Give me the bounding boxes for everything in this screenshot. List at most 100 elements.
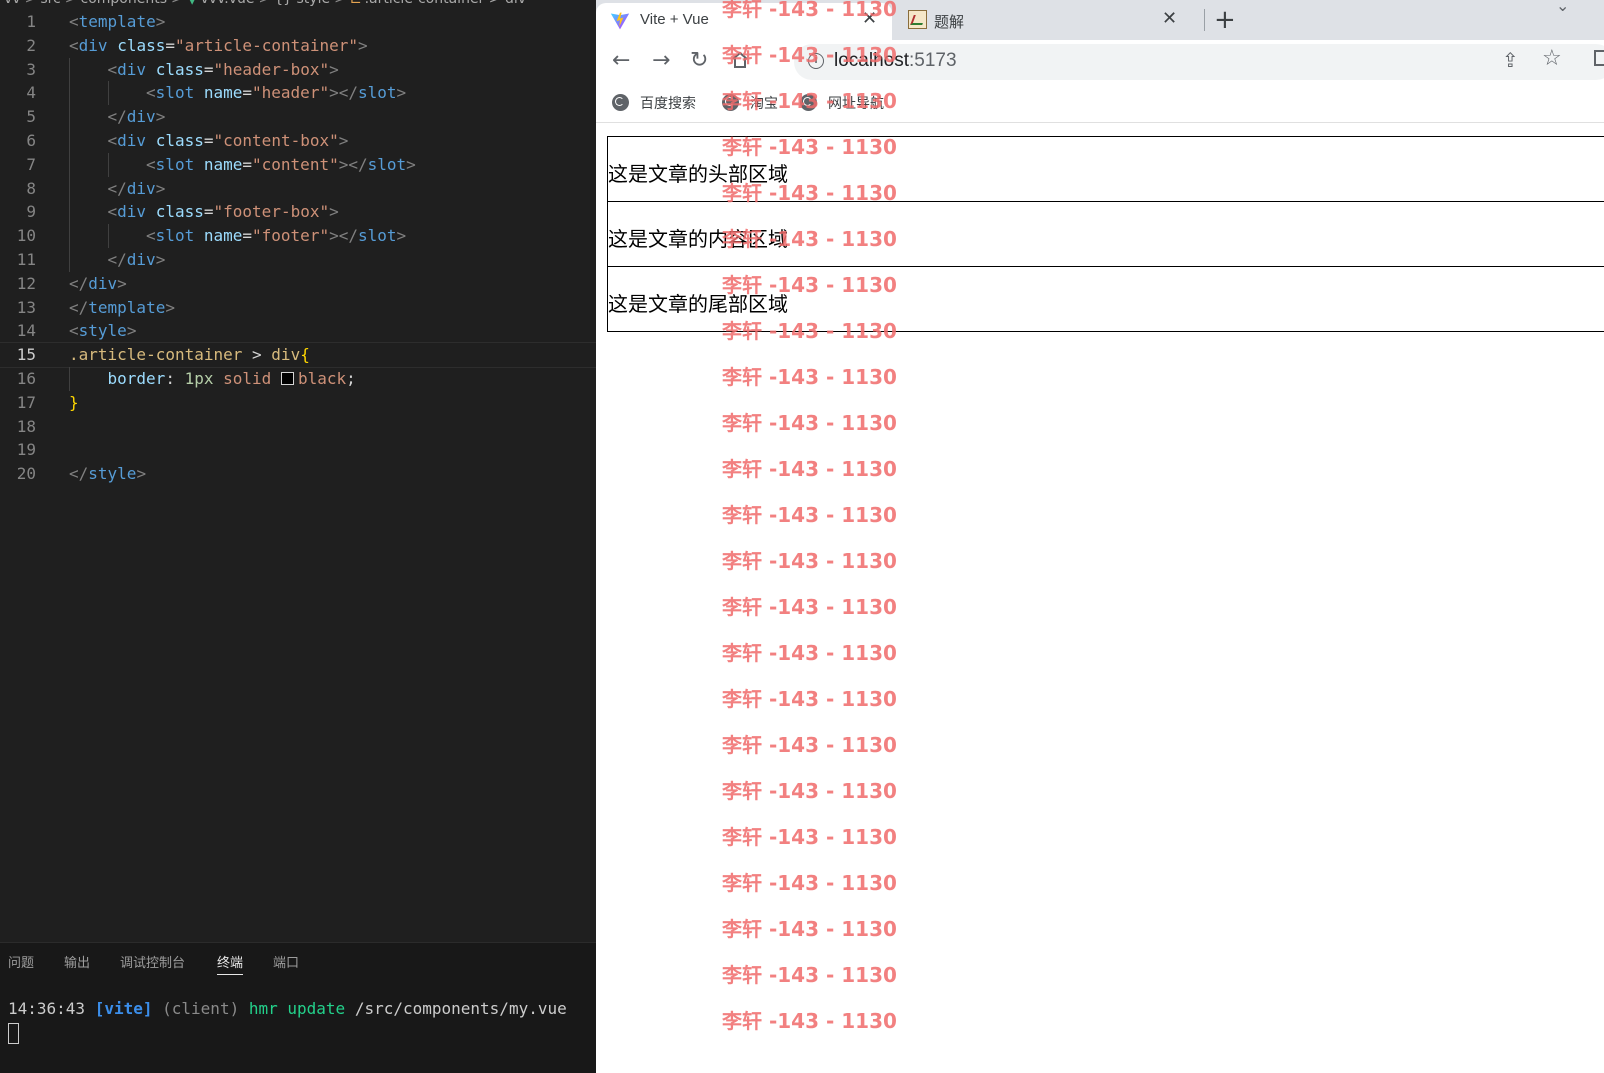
code-token: > bbox=[155, 249, 166, 269]
code-token: > bbox=[329, 59, 339, 79]
code-token: style bbox=[88, 464, 137, 484]
indent-guide bbox=[69, 247, 70, 272]
terminal-time: 14:36:43 bbox=[8, 999, 86, 1018]
terminal-output[interactable]: 14:36:43 [vite] (client) hmr update /src… bbox=[8, 999, 567, 1018]
code-line[interactable]: 4 <slot name="header"></slot> bbox=[0, 81, 596, 106]
home-icon[interactable] bbox=[730, 50, 750, 70]
share-icon[interactable]: ⇪ bbox=[1502, 48, 1519, 72]
bookmark-label: 淘宝 bbox=[750, 96, 778, 112]
code-line[interactable]: 13 </template> bbox=[0, 296, 596, 320]
browser-tab-strip: Vite + Vue ✕ 题解 ✕ + ⌄ bbox=[596, 0, 1604, 40]
info-icon[interactable]: i bbox=[808, 53, 824, 69]
code-token: < bbox=[69, 35, 79, 55]
panel-tab[interactable]: 问题 bbox=[8, 952, 34, 974]
bookmark-star-icon[interactable]: ☆ bbox=[1542, 46, 1562, 71]
code-line[interactable]: 11 </div> bbox=[0, 247, 596, 272]
tab-search-chevron-icon[interactable]: ⌄ bbox=[1556, 0, 1569, 15]
code-token: = bbox=[203, 202, 214, 222]
code-text: .article-container > div{ bbox=[69, 343, 310, 367]
code-token: = bbox=[242, 226, 253, 246]
browser-window: Vite + Vue ✕ 题解 ✕ + ⌄ ← → ↻ i localhost:… bbox=[596, 0, 1604, 1073]
code-line[interactable]: 15 .article-container > div{ bbox=[0, 342, 596, 368]
code-text: </template> bbox=[69, 296, 175, 320]
breadcrumb-item[interactable]: ⊏.article-container > div bbox=[350, 0, 526, 7]
code-token: class bbox=[155, 130, 204, 150]
code-token: div bbox=[117, 130, 147, 150]
breadcrumb-label: src bbox=[40, 0, 60, 7]
code-token: < bbox=[69, 321, 79, 341]
new-tab-plus-icon[interactable]: + bbox=[1214, 5, 1236, 35]
panel-tab[interactable]: 端口 bbox=[273, 952, 299, 974]
line-number: 16 bbox=[16, 368, 36, 388]
code-line[interactable]: 19 bbox=[0, 438, 596, 462]
back-arrow-icon[interactable]: ← bbox=[612, 48, 630, 73]
code-area[interactable]: 1 <template> 2 <div class="article-containe… bbox=[0, 10, 596, 486]
color-swatch-icon[interactable] bbox=[280, 371, 294, 385]
code-line[interactable]: 16 border: 1px solid black; bbox=[0, 366, 596, 391]
code-line[interactable]: 9 <div class="footer-box"> bbox=[0, 200, 596, 225]
content-box: 这是文章的内容区域 bbox=[607, 201, 1604, 267]
code-token: "footer-box" bbox=[213, 202, 330, 222]
breadcrumb-item[interactable]: components bbox=[81, 0, 168, 7]
code-text: </div> bbox=[108, 177, 166, 201]
address-bar[interactable]: i localhost:5173 ⇪ ☆ bbox=[794, 44, 1604, 80]
code-line[interactable]: 7 <slot name="content"></slot> bbox=[0, 152, 596, 177]
terminal-path: /src/components/my.vue bbox=[354, 999, 567, 1018]
code-token: < bbox=[146, 154, 156, 174]
code-line[interactable]: 6 <div class="content-box"> bbox=[0, 128, 596, 153]
url-text[interactable]: localhost:5173 bbox=[834, 50, 957, 72]
indent-guide bbox=[107, 152, 109, 177]
line-number: 17 bbox=[16, 392, 36, 412]
code-line[interactable]: 8 </div> bbox=[0, 176, 596, 201]
code-token: name bbox=[203, 226, 243, 246]
code-line[interactable]: 3 <div class="header-box"> bbox=[0, 57, 596, 82]
code-token: = bbox=[203, 130, 214, 150]
browser-tab-vite[interactable]: Vite + Vue ✕ bbox=[596, 3, 892, 40]
code-token: > bbox=[358, 35, 368, 55]
code-line[interactable]: 18 bbox=[0, 415, 596, 439]
code-text: border: 1px solid black; bbox=[108, 367, 356, 391]
content-text: 这是文章的内容区域 bbox=[608, 227, 788, 251]
code-token: slot bbox=[155, 83, 195, 103]
code-line[interactable]: 10 <slot name="footer"></slot> bbox=[0, 224, 596, 248]
forward-arrow-icon[interactable]: → bbox=[652, 48, 670, 73]
breadcrumb-item[interactable]: src bbox=[40, 0, 60, 7]
panel-tab[interactable]: 调试控制台 bbox=[120, 952, 185, 974]
code-line[interactable]: 12 </div> bbox=[0, 272, 596, 296]
panel-tab[interactable]: 终端 bbox=[217, 952, 244, 975]
line-number: 10 bbox=[16, 226, 36, 246]
panel-tab[interactable]: 输出 bbox=[64, 952, 90, 974]
code-line[interactable]: 14 <style> bbox=[0, 319, 596, 343]
code-token: > bbox=[329, 202, 339, 222]
close-tab-icon[interactable]: ✕ bbox=[862, 8, 877, 29]
code-token: black bbox=[297, 368, 347, 388]
breadcrumb-item[interactable]: vv bbox=[4, 0, 21, 7]
breadcrumb-separator: > bbox=[171, 0, 183, 7]
code-token: < bbox=[146, 83, 156, 103]
code-token: < bbox=[146, 226, 156, 246]
close-tab-icon[interactable]: ✕ bbox=[1162, 8, 1177, 29]
code-token: slot bbox=[367, 154, 407, 174]
breadcrumb-item[interactable]: ▼vvv.vue bbox=[187, 0, 255, 7]
code-token: "footer" bbox=[252, 226, 330, 246]
code-token: template bbox=[88, 297, 166, 317]
reload-icon[interactable]: ↻ bbox=[690, 48, 708, 73]
code-editor[interactable]: vv>src>components>▼vvv.vue>{} style>⊏.ar… bbox=[0, 0, 596, 1073]
side-panel-icon[interactable] bbox=[1594, 50, 1604, 66]
breadcrumb[interactable]: vv>src>components>▼vvv.vue>{} style>⊏.ar… bbox=[4, 0, 526, 9]
code-text: <div class="article-container"> bbox=[69, 34, 368, 58]
code-line[interactable]: 5 </div> bbox=[0, 105, 596, 129]
terminal-client-tag: (client) bbox=[162, 999, 240, 1018]
code-line[interactable]: 20 </style> bbox=[0, 462, 596, 486]
code-text: <slot name="content"></slot> bbox=[146, 153, 416, 177]
breadcrumb-label: components bbox=[81, 0, 168, 7]
code-line[interactable]: 2 <div class="article-container"> bbox=[0, 34, 596, 58]
browser-tab-tijie[interactable]: 题解 ✕ bbox=[896, 3, 1196, 40]
code-line[interactable]: 17} bbox=[0, 391, 596, 415]
code-line[interactable]: 1 <template> bbox=[0, 10, 596, 34]
bookmarks-bar: 百度搜索 淘宝 网址导航 bbox=[596, 84, 1604, 123]
line-number: 12 bbox=[16, 273, 36, 293]
breadcrumb-item[interactable]: {} style bbox=[274, 0, 330, 7]
